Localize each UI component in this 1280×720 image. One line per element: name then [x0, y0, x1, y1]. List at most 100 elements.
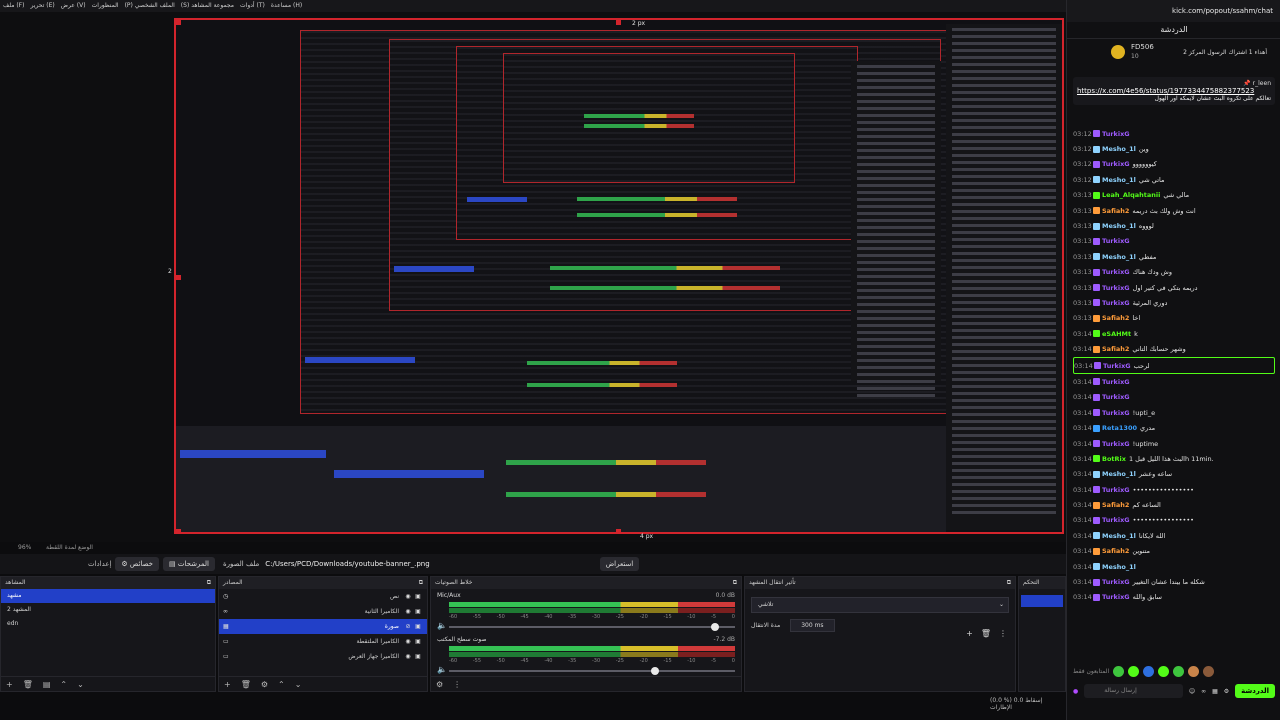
chat-message[interactable]: 03:14 eSAHMt k [1073, 326, 1275, 341]
properties-button[interactable]: ⚙ خصائص [115, 557, 159, 571]
lock-icon[interactable]: ▣ [413, 653, 423, 660]
emote-icon[interactable] [1128, 665, 1140, 677]
emoji-icon[interactable]: ☺ [1189, 688, 1195, 695]
add-icon[interactable]: + [6, 680, 13, 689]
scene-item[interactable]: edn [1, 617, 215, 631]
browse-button[interactable]: استعراض [599, 557, 640, 571]
lock-icon[interactable]: ▣ [413, 593, 423, 600]
gear-icon[interactable]: ⚙ [436, 680, 443, 689]
source-item[interactable]: ▭ الكاميرا الملتقطة ◉ ▣ [219, 634, 427, 649]
menu-docks[interactable]: المنظورات [89, 0, 122, 12]
message-user[interactable]: Safiah2 [1102, 547, 1129, 555]
volume-slider[interactable] [449, 667, 735, 675]
message-user[interactable]: Safiah2 [1102, 207, 1129, 215]
message-user[interactable]: TurkixG [1102, 237, 1130, 245]
chevron-down-icon[interactable]: ⌄ [77, 680, 84, 689]
message-user[interactable]: TurkixG [1102, 378, 1130, 386]
menu-scene-collection[interactable]: مجموعة المشاهد (S) [178, 0, 237, 12]
chat-message[interactable]: 03:12 TurkixG كيوووووو [1073, 157, 1275, 172]
message-user[interactable]: TurkixG [1102, 593, 1130, 601]
speaker-icon[interactable]: 🔈 [437, 621, 447, 630]
chat-message[interactable]: 03:13 TurkixG دوري المرئية [1073, 295, 1275, 310]
message-user[interactable]: TurkixG [1102, 440, 1130, 448]
volume-knob[interactable] [650, 667, 659, 675]
menu-file[interactable]: (F) ملف [0, 0, 27, 12]
chat-message[interactable]: 03:14 Reta1300 مدري [1073, 420, 1275, 435]
infinity-icon[interactable]: ∞ [1201, 688, 1206, 695]
dock-float-icon[interactable]: ⧉ [419, 577, 423, 589]
resize-handle[interactable] [616, 20, 621, 25]
chat-message[interactable]: 03:13 TurkixG وش ودك هناك [1073, 265, 1275, 280]
chat-message[interactable]: 03:14 Safiah2 الساعه كم [1073, 497, 1275, 512]
message-user[interactable]: TurkixG [1102, 578, 1130, 586]
start-streaming-button[interactable] [1021, 595, 1063, 607]
zoom-value[interactable]: 96% [18, 544, 31, 551]
gear-icon[interactable]: ⚙ [1224, 688, 1229, 695]
message-user[interactable]: Reta1300 [1102, 424, 1137, 432]
dock-float-icon[interactable]: ⧉ [207, 577, 211, 589]
message-user[interactable]: TurkixG [1102, 393, 1130, 401]
lock-icon[interactable]: ▣ [413, 638, 423, 645]
resize-handle[interactable] [176, 20, 181, 25]
chat-message[interactable]: 03:14 TurkixG !uptime [1073, 436, 1275, 451]
speaker-icon[interactable]: 🔈 [437, 665, 447, 674]
message-user[interactable]: TurkixG [1102, 486, 1130, 494]
gear-icon[interactable]: ⚙ [261, 680, 268, 689]
message-user[interactable]: TurkixG [1102, 299, 1130, 307]
mic-icon[interactable]: ● [1073, 688, 1078, 695]
chat-message[interactable]: 03:14 Mesho_1l [1073, 559, 1275, 574]
emote-icon[interactable] [1173, 665, 1185, 677]
menu-help[interactable]: (H) مساعدة [268, 0, 305, 12]
chat-message[interactable]: 03:14 Safiah2 وشهر حسابك التاني [1073, 341, 1275, 356]
trash-icon[interactable]: 🗑 [23, 680, 33, 689]
message-user[interactable]: TurkixG [1103, 362, 1131, 370]
emote-icon[interactable] [1188, 665, 1200, 677]
add-icon[interactable]: + [966, 629, 973, 638]
resize-handle[interactable] [176, 275, 181, 280]
pinned-link[interactable]: https://x.com/4e56/status/19773344758823… [1077, 87, 1271, 95]
message-user[interactable]: Mesho_1l [1102, 470, 1136, 478]
chat-message[interactable]: 03:13 Mesho_1l لوووه [1073, 218, 1275, 233]
transition-select[interactable]: تلاشي ⌄ [751, 597, 1009, 613]
duration-input[interactable]: 300 ms [790, 619, 835, 632]
chat-message[interactable]: 03:13 TurkixG [1073, 234, 1275, 249]
menu-edit[interactable]: (E) تحرير [27, 0, 57, 12]
emote-icon[interactable] [1158, 665, 1170, 677]
chat-message[interactable]: 03:14 Mesho_1l الله لايكانا [1073, 528, 1275, 543]
chevron-up-icon[interactable]: ⌃ [278, 680, 285, 689]
menu-profile[interactable]: الملف الشخصي (P) [122, 0, 178, 12]
eye-off-icon[interactable]: ⊘ [403, 623, 413, 630]
chat-message[interactable]: 03:12 TurkixG [1073, 126, 1275, 141]
chat-input[interactable]: إرسال رسالة [1084, 684, 1183, 698]
message-user[interactable]: Mesho_1l [1102, 222, 1136, 230]
chat-message[interactable]: 03:13 Leah_Alqahtanii مالي شي [1073, 188, 1275, 203]
message-user[interactable]: TurkixG [1102, 516, 1130, 524]
message-user[interactable]: Mesho_1l [1102, 563, 1136, 571]
pinned-user[interactable]: FD506 [1131, 43, 1154, 51]
message-user[interactable]: TurkixG [1102, 160, 1130, 168]
menu-view[interactable]: (V) عرض [58, 0, 89, 12]
message-user[interactable]: Mesho_1l [1102, 532, 1136, 540]
chat-message[interactable]: 03:13 Safiah2 اخا [1073, 311, 1275, 326]
chat-message[interactable]: 03:14 TurkixG لرحب [1073, 356, 1275, 375]
scene-item[interactable]: مشهد [1, 589, 215, 603]
message-user[interactable]: BotRix [1102, 455, 1126, 463]
eye-icon[interactable]: ◉ [403, 638, 413, 645]
emote-icon[interactable] [1203, 665, 1215, 677]
chat-message[interactable]: 03:14 TurkixG •••••••••••••••• [1073, 482, 1275, 497]
chat-message[interactable]: 03:14 TurkixG !upti_e [1073, 405, 1275, 420]
url-bar[interactable]: kick.com/popout/ssahm/chat [1067, 0, 1280, 22]
dock-float-icon[interactable]: ⧉ [733, 577, 737, 589]
message-user[interactable]: TurkixG [1102, 284, 1130, 292]
more-icon[interactable]: ⋮ [453, 680, 461, 689]
chevron-down-icon[interactable]: ⌄ [295, 680, 302, 689]
message-user[interactable]: Mesho_1l [1102, 145, 1136, 153]
chat-message[interactable]: 03:14 TurkixG شكله ما بيندا عشان التغيير [1073, 574, 1275, 589]
chat-message[interactable]: 03:13 Safiah2 انت وش ولك بث دريمه [1073, 203, 1275, 218]
pinned-author[interactable]: r_leen [1253, 80, 1271, 87]
message-user[interactable]: Mesho_1l [1102, 176, 1136, 184]
chevron-up-icon[interactable]: ⌃ [60, 680, 67, 689]
chat-message[interactable]: 03:12 Mesho_1l وين [1073, 141, 1275, 156]
chat-message[interactable]: 03:14 TurkixG [1073, 374, 1275, 389]
message-user[interactable]: TurkixG [1102, 130, 1130, 138]
